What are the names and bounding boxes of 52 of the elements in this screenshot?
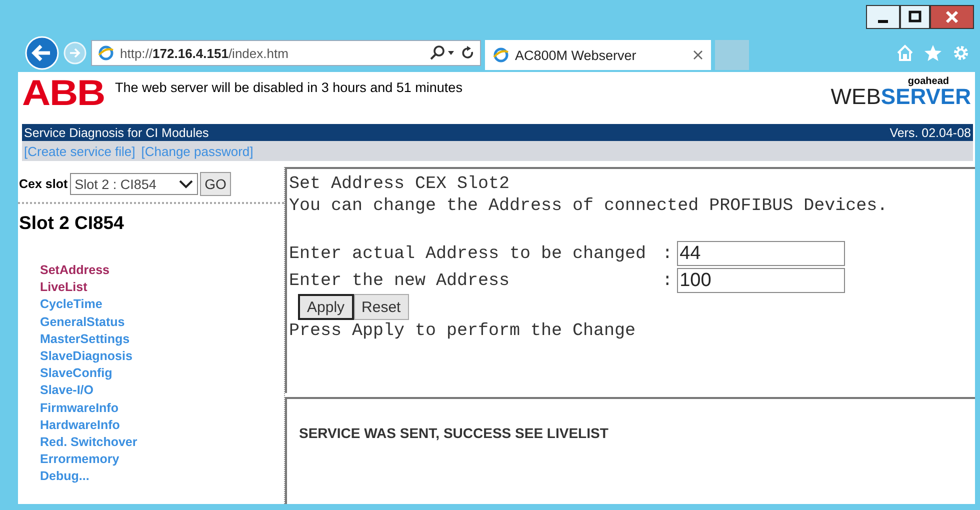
notice-text: The web server will be disabled in 3 hours and 51 minutes <box>115 80 462 95</box>
field-label: Enter the new Address <box>289 270 511 290</box>
slot-select[interactable]: Slot 2 : CI854 <box>70 173 198 195</box>
form-hint: Press Apply to perform the Change <box>289 320 636 342</box>
nav-link[interactable]: SetAddress <box>40 262 110 280</box>
address-text: http://172.16.4.151/index.htm <box>120 46 290 60</box>
slot-heading: Slot 2 CI854 <box>19 212 125 234</box>
close-icon[interactable] <box>693 50 703 60</box>
address-input[interactable]: 44 <box>676 241 845 266</box>
minimize-icon[interactable] <box>866 5 900 29</box>
version-text: Vers. 02.04-08 <box>890 126 971 140</box>
back-icon[interactable] <box>25 36 59 70</box>
nav-link[interactable]: FirmwareInfo <box>40 400 118 417</box>
toolbar-link[interactable]: [Change password] <box>141 144 254 158</box>
nav-link[interactable]: SlaveDiagnosis <box>40 348 132 366</box>
globe-icon <box>98 45 114 61</box>
nav-link[interactable]: LiveList <box>40 279 88 296</box>
form-title: Set Address CEX Slot2 <box>289 173 510 195</box>
go-button[interactable]: GO <box>200 172 232 196</box>
form-button[interactable]: Reset <box>354 294 409 320</box>
brand-tagline: goahead <box>908 76 949 87</box>
nav-link[interactable]: Errormemory <box>40 451 120 468</box>
brand-logo: WEBSERVER <box>830 87 971 107</box>
form-description: You can change the Address of connected PROFIBUS Devices. <box>289 195 888 217</box>
form-button[interactable]: Apply <box>298 294 354 320</box>
nav-link[interactable]: SlaveConfig <box>40 365 112 382</box>
field-label: Enter actual Address to be changed <box>289 244 646 264</box>
toolbar-link[interactable]: [Create service file] <box>24 144 136 158</box>
maximize-icon[interactable] <box>900 5 930 29</box>
chevron-icon <box>178 180 193 188</box>
field-separator: : <box>662 270 673 290</box>
address-input[interactable]: 100 <box>676 268 845 293</box>
nav-link[interactable]: GeneralStatus <box>40 314 125 331</box>
star-icon[interactable] <box>924 44 942 62</box>
logo: ABB <box>22 78 104 108</box>
page-title: Service Diagnosis for CI Modules <box>24 126 209 140</box>
close-icon[interactable] <box>930 5 974 29</box>
search-icon[interactable] <box>430 45 456 61</box>
nav-link[interactable]: CycleTime <box>40 296 102 314</box>
address-bar[interactable]: http://172.16.4.151/index.htm <box>91 40 481 66</box>
globe-icon <box>493 47 509 63</box>
slot-label: Cex slot <box>19 177 68 191</box>
nav-link[interactable]: Red. Switchover <box>40 434 138 452</box>
field-separator: : <box>662 244 673 264</box>
nav-link[interactable]: HardwareInfo <box>40 416 120 434</box>
nav-link[interactable]: Debug... <box>40 468 90 486</box>
tab-title: AC800M Webserver <box>515 48 638 62</box>
status-message: SERVICE WAS SENT, SUCCESS SEE LIVELIST <box>299 425 608 441</box>
nav-link[interactable]: MasterSettings <box>40 330 130 348</box>
nav-link[interactable]: Slave-I/O <box>40 382 94 400</box>
refresh-icon[interactable] <box>462 46 474 60</box>
browser-tab[interactable]: AC800M Webserver <box>485 40 711 70</box>
